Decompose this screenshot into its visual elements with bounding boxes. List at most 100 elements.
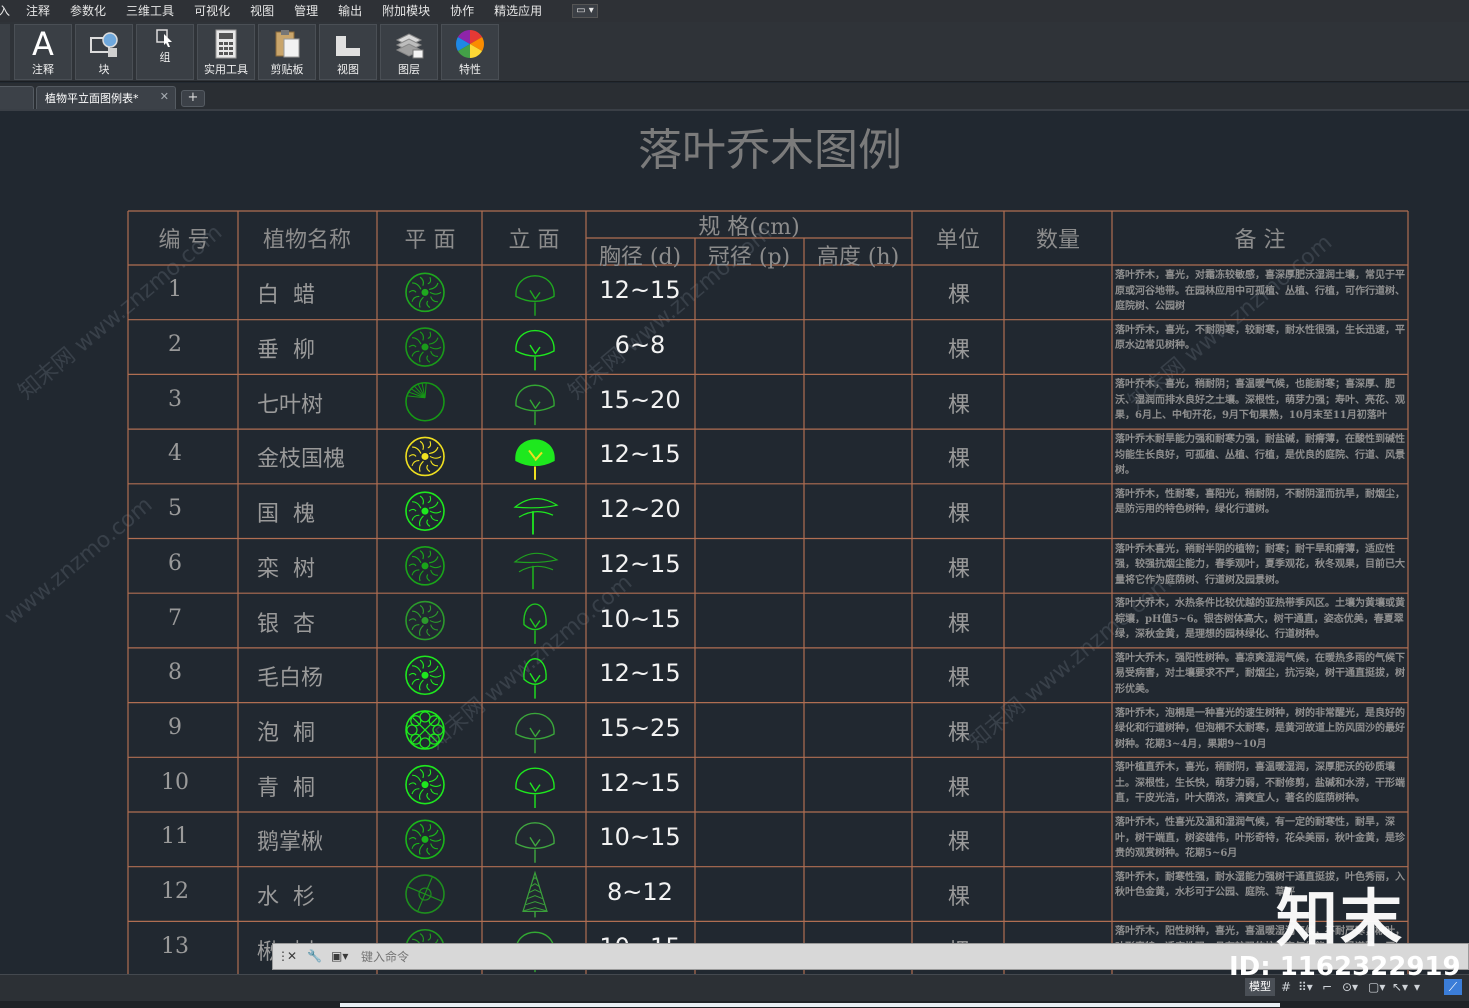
tab-drawing-label: 植物平立面图例表* <box>45 92 139 105</box>
note-text: 落叶乔木，喜光，不耐阴寒，较耐寒，耐水性很强，生长迅速，平原水边常见树种。 <box>1115 324 1405 352</box>
layers-icon <box>395 33 424 59</box>
plant-name: 毛白杨 <box>257 666 324 692</box>
unit-value: 棵 <box>947 611 970 637</box>
color-wheel-icon <box>456 30 484 58</box>
menu-manage[interactable]: 管理 <box>294 0 318 22</box>
plan-symbol-icon <box>405 764 445 805</box>
plant-name: 白 蜡 <box>257 283 315 309</box>
plant-name: 国 槐 <box>257 502 315 528</box>
unit-value: 棵 <box>947 830 970 856</box>
block-label: 块 <box>98 63 110 76</box>
menu-3d-tools[interactable]: 三维工具 <box>126 0 174 22</box>
header-crown: 冠径 (p) <box>707 245 791 270</box>
elevation-symbol-icon <box>515 767 555 808</box>
menu-output[interactable]: 输出 <box>338 0 362 22</box>
elevation-symbol-icon <box>515 384 555 426</box>
menu-collaborate[interactable]: 协作 <box>450 0 474 22</box>
tab-start[interactable] <box>0 86 34 109</box>
plan-symbol-icon <box>405 874 445 914</box>
properties-button[interactable]: 特性 <box>441 24 499 80</box>
note-text: 落叶乔木，喜光，稍耐阴；喜温暖气候，也能耐寒；喜深厚、肥沃、湿润而排水良好之土壤… <box>1115 379 1405 422</box>
menu-view[interactable]: 视图 <box>250 0 274 22</box>
utilities-button[interactable]: 实用工具 <box>197 24 255 80</box>
elevation-symbol-icon <box>522 870 548 918</box>
elevation-symbol-icon <box>515 275 555 316</box>
row-number: 10 <box>161 769 189 795</box>
plant-name: 银 杏 <box>257 611 315 637</box>
dbh-value: 12~15 <box>599 440 681 469</box>
dbh-value: 10~15 <box>599 604 681 633</box>
annotate-button[interactable]: A 注释 <box>14 24 72 80</box>
plan-symbol-icon <box>405 491 445 531</box>
header-height: 高度 (h) <box>816 245 900 270</box>
file-tab-bar: 植物平立面图例表* ✕ + <box>0 83 1469 111</box>
ribbon-toggle-dropdown[interactable]: ▭ ▾ <box>572 4 598 18</box>
dbh-value: 8~12 <box>607 878 673 907</box>
header-dbh: 胸径 (d) <box>598 245 682 270</box>
layers-label: 图层 <box>398 63 420 76</box>
new-tab-button[interactable]: + <box>181 90 205 107</box>
menu-visualize[interactable]: 可视化 <box>194 0 230 22</box>
elevation-symbol-icon <box>515 822 555 863</box>
view-label: 视图 <box>337 63 359 76</box>
unit-value: 棵 <box>947 447 970 473</box>
plan-symbol-icon <box>405 327 445 367</box>
annotate-label: 注释 <box>32 63 54 76</box>
note-text: 落叶植直乔木，喜光，稍耐阴，喜温暖湿润，深厚肥沃的砂质壤土。深根性，生长快，萌芽… <box>1115 762 1405 805</box>
group-icon <box>156 29 172 47</box>
clipboard-button[interactable]: 剪贴板 <box>258 24 316 80</box>
command-prompt-icon[interactable]: ▣▾ <box>331 949 348 963</box>
dbh-value: 6~8 <box>614 331 666 360</box>
header-qty: 数量 <box>1035 228 1080 253</box>
clipboard-icon <box>275 30 300 58</box>
drawing-canvas[interactable]: 知末网 www.znzmo.com www.znzmo.com 知末网 www.… <box>0 111 1469 974</box>
block-icon <box>90 32 118 57</box>
unit-value: 棵 <box>947 720 970 746</box>
menu-addins[interactable]: 附加模块 <box>382 0 430 22</box>
header-plan: 平 面 <box>404 228 456 253</box>
plant-name: 金枝国槐 <box>257 447 346 473</box>
row-number: 7 <box>168 605 182 631</box>
row-number: 8 <box>168 660 182 686</box>
plant-name: 七叶树 <box>257 392 324 418</box>
unit-value: 棵 <box>947 502 970 528</box>
plan-symbol-icon <box>405 819 445 860</box>
cad-window: 入 注释 参数化 三维工具 可视化 视图 管理 输出 附加模块 协作 精选应用 … <box>0 0 1469 1008</box>
view-button[interactable]: 视图 <box>319 24 377 80</box>
menu-annotate[interactable]: 注释 <box>26 0 50 22</box>
ribbon-edge <box>0 24 10 80</box>
elevation-symbol-icon <box>515 712 555 754</box>
tab-drawing[interactable]: 植物平立面图例表* ✕ <box>36 86 176 109</box>
dbh-value: 12~15 <box>599 659 681 688</box>
header-spec: 规 格(cm) <box>698 215 800 240</box>
note-text: 落叶乔木喜光，稍耐半阴的植物；耐寒；耐干旱和瘠薄，适应性强，较强抗烟尘能力，春季… <box>1115 543 1405 586</box>
row-number: 6 <box>168 550 182 576</box>
block-button[interactable]: 块 <box>75 24 133 80</box>
command-input[interactable] <box>361 948 921 966</box>
menu-bar: 入 注释 参数化 三维工具 可视化 视图 管理 输出 附加模块 协作 精选应用 … <box>0 0 1469 22</box>
note-text: 落叶乔木，泡桐是一种喜光的速生树种，树的非常醒光，是良好的绿化和行道树种，但泡桐… <box>1115 707 1405 750</box>
brand-id: ID: 1162322919 <box>1229 952 1461 982</box>
dbh-value: 12~15 <box>599 276 681 305</box>
close-command-icon[interactable]: ✕ <box>287 949 297 963</box>
taskbar-strip <box>0 1001 1469 1008</box>
menu-insert[interactable]: 入 <box>0 0 10 22</box>
unit-value: 棵 <box>947 885 970 911</box>
note-text: 落叶乔木，喜光，对霜冻较敏感，喜深厚肥沃湿润土壤，常见于平原或河谷地带。在园林应… <box>1115 270 1405 312</box>
layers-button[interactable]: 图层 <box>380 24 438 80</box>
text-a-icon: A <box>32 25 54 63</box>
header-unit: 单位 <box>935 228 980 253</box>
elevation-symbol-icon <box>523 658 547 699</box>
properties-label: 特性 <box>459 63 481 76</box>
menu-featured-apps[interactable]: 精选应用 <box>494 0 542 22</box>
wrench-icon[interactable]: 🔧 <box>307 949 322 963</box>
close-tab-icon[interactable]: ✕ <box>160 91 169 103</box>
plant-name: 水 杉 <box>257 885 315 911</box>
calculator-icon <box>215 29 237 59</box>
menu-parametric[interactable]: 参数化 <box>70 0 106 22</box>
group-button[interactable]: 组 <box>136 24 194 80</box>
plan-symbol-icon <box>405 381 445 422</box>
row-number: 13 <box>161 933 189 959</box>
row-number: 4 <box>168 441 182 467</box>
ribbon: A 注释 块 组 实用工具 剪贴板 视图 图层 特性 <box>0 22 1469 82</box>
